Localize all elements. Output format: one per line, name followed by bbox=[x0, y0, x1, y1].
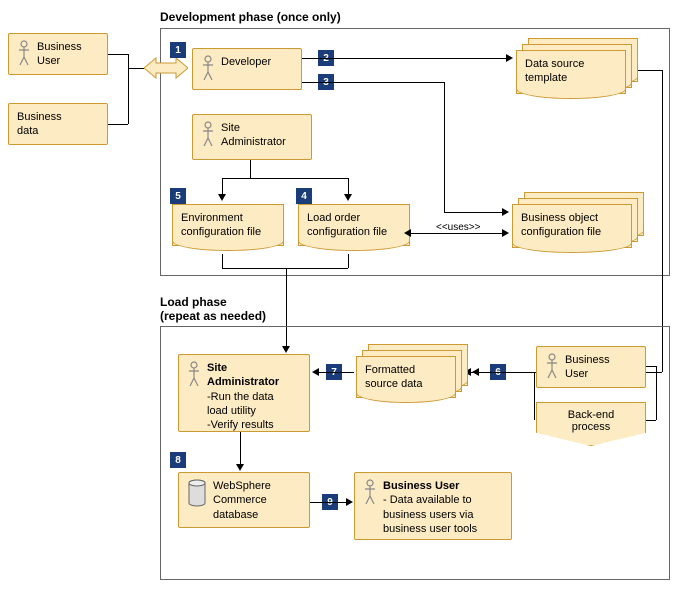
db-label: WebSphere Commerce database bbox=[213, 479, 271, 522]
connector bbox=[348, 254, 349, 268]
formatted-source-label: Formatted source data bbox=[365, 363, 422, 392]
connector bbox=[108, 124, 128, 125]
uses-label: <<uses>> bbox=[434, 222, 482, 233]
phase1-title: Development phase (once only) bbox=[160, 10, 341, 24]
arrowhead bbox=[218, 194, 226, 201]
business-data-label: Business data bbox=[17, 110, 62, 139]
arrowhead bbox=[472, 368, 479, 376]
business-user-final: Business User - Data available to busine… bbox=[354, 472, 512, 540]
arrow-ds-fmt-h1 bbox=[638, 70, 662, 71]
arrowhead bbox=[404, 229, 411, 237]
data-source-template: Data source template bbox=[516, 50, 626, 94]
arrowhead bbox=[346, 498, 353, 506]
biz-obj-config-file: Business object configuration file bbox=[512, 204, 632, 248]
person-icon bbox=[187, 361, 201, 387]
uses-connector bbox=[410, 233, 504, 234]
connector bbox=[128, 68, 144, 69]
business-user-load-label: Business User bbox=[565, 353, 610, 382]
load-order-config-file: Load order configuration file bbox=[298, 204, 410, 246]
connector bbox=[646, 366, 656, 367]
arrowhead bbox=[312, 368, 319, 376]
connector bbox=[128, 54, 129, 124]
arrow-dev-bizobj-h bbox=[302, 82, 444, 83]
step-4-badge: 4 bbox=[296, 188, 312, 204]
connector bbox=[656, 366, 657, 420]
formatted-source-data: Formatted source data bbox=[356, 356, 456, 398]
websphere-db: WebSphere Commerce database bbox=[178, 472, 310, 528]
step-1-badge: 1 bbox=[170, 42, 186, 58]
person-icon bbox=[17, 40, 31, 66]
business-user-label: Business User bbox=[37, 40, 82, 69]
load-order-label: Load order configuration file bbox=[307, 211, 387, 240]
connector bbox=[646, 420, 656, 421]
step-5-badge: 5 bbox=[170, 188, 186, 204]
arrow-fmt-sa bbox=[318, 372, 354, 373]
env-config-file: Environment configuration file bbox=[172, 204, 284, 246]
phase2-title: Load phase bbox=[160, 295, 227, 309]
business-user-load-node: Business User bbox=[536, 346, 646, 388]
arrow-db-bu bbox=[310, 502, 348, 503]
arrowhead bbox=[502, 229, 509, 237]
database-icon bbox=[187, 479, 207, 507]
person-icon bbox=[201, 55, 215, 81]
arrow-dev-bizobj-v bbox=[444, 82, 445, 212]
developer-node: Developer bbox=[192, 48, 302, 90]
connector bbox=[250, 160, 251, 178]
connector bbox=[108, 54, 128, 55]
bidir-arrow-icon bbox=[144, 56, 188, 80]
step-8-badge: 8 bbox=[170, 452, 186, 468]
data-source-template-label: Data source template bbox=[525, 57, 584, 86]
site-admin-load-text: Site Administrator -Run the data load ut… bbox=[207, 361, 279, 432]
arrowhead bbox=[502, 208, 509, 216]
connector bbox=[222, 178, 348, 179]
arrowhead bbox=[236, 464, 244, 471]
person-icon bbox=[545, 353, 559, 379]
arrow-bu-fmt bbox=[478, 372, 534, 373]
business-user-final-text: Business User - Data available to busine… bbox=[383, 479, 477, 536]
site-admin-dev-label: Site Administrator bbox=[221, 121, 286, 150]
site-admin-load-node: Site Administrator -Run the data load ut… bbox=[178, 354, 310, 432]
business-data-external: Business data bbox=[8, 103, 108, 145]
arrowhead bbox=[344, 194, 352, 201]
connector bbox=[222, 268, 348, 269]
developer-label: Developer bbox=[221, 55, 271, 69]
person-icon bbox=[201, 121, 215, 147]
biz-obj-config-label: Business object configuration file bbox=[521, 211, 601, 240]
business-user-external: Business User bbox=[8, 33, 108, 75]
connector bbox=[222, 254, 223, 268]
arrow-dev-bizobj-h2 bbox=[444, 212, 504, 213]
arrow-sa-db bbox=[240, 432, 241, 466]
backend-process-label: Back-end process bbox=[545, 409, 637, 433]
site-admin-dev-node: Site Administrator bbox=[192, 114, 312, 160]
person-icon bbox=[363, 479, 377, 505]
arrowhead bbox=[506, 54, 513, 62]
arrow-dev-datasource bbox=[302, 58, 508, 59]
env-config-label: Environment configuration file bbox=[181, 211, 261, 240]
phase2-subtitle: (repeat as needed) bbox=[160, 309, 266, 323]
connector bbox=[534, 372, 535, 420]
